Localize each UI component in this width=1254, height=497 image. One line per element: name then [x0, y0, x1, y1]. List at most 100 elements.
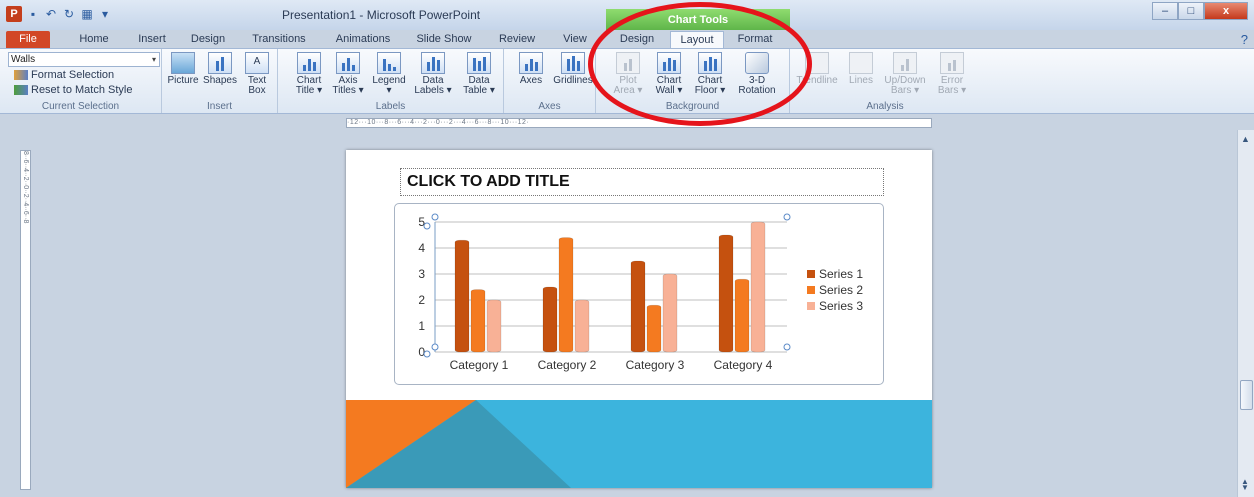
axes-icon — [519, 52, 543, 74]
vertical-scrollbar[interactable]: ▲ ▲ ▼ — [1237, 130, 1254, 497]
red-highlight-ellipse — [588, 2, 812, 126]
y-tick-label: 1 — [418, 319, 425, 333]
selection-handle — [423, 222, 431, 230]
data-table-button[interactable]: Data Table ▾ — [458, 52, 500, 96]
up-down-bars-icon — [893, 52, 917, 74]
redo-icon[interactable]: ↻ — [62, 7, 76, 21]
chart-title-icon — [297, 52, 321, 74]
tab-design[interactable]: Design — [186, 31, 230, 48]
group-label: Labels — [375, 101, 406, 112]
chart-bar — [662, 273, 678, 353]
column-chart[interactable]: 012345Category 1 Category 2 Category 3 Cate… — [395, 204, 885, 386]
text-box-label-2: Box — [248, 85, 266, 96]
legend-entry: Series 3 — [819, 299, 863, 313]
vertical-ruler[interactable]: 8··6··4··2··0··2··4··6··8 — [20, 150, 31, 490]
tab-transitions[interactable]: Transitions — [248, 31, 310, 48]
tab-insert[interactable]: Insert — [132, 31, 172, 48]
legend-button[interactable]: Legend ▾ — [370, 52, 408, 96]
legend-entry: Series 2 — [819, 283, 863, 297]
chart-bar — [646, 304, 662, 353]
horizontal-ruler[interactable]: ·12···10···8···6···4···2···0···2···4···6… — [346, 118, 932, 128]
format-selection-label: Format Selection — [31, 69, 115, 81]
legend-sub: ▾ — [386, 85, 392, 96]
shapes-button[interactable]: Shapes — [202, 52, 238, 86]
y-tick-label: 2 — [418, 293, 425, 307]
slide-footer-band — [346, 400, 932, 488]
axis-titles-sub: Titles ▾ — [332, 85, 364, 96]
tab-animations[interactable]: Animations — [330, 31, 396, 48]
quick-access-toolbar: P ▪ ↶ ↻ ▦ ▾ — [6, 6, 112, 22]
tab-file[interactable]: File — [6, 31, 50, 48]
selection-handle — [423, 350, 431, 358]
data-labels-icon — [421, 52, 445, 74]
scroll-thumb[interactable] — [1240, 380, 1253, 410]
group-axes: Axes Gridlines Axes — [504, 49, 596, 113]
close-button[interactable]: x — [1204, 2, 1248, 20]
undo-icon[interactable]: ↶ — [44, 7, 58, 21]
data-labels-button[interactable]: Data Labels ▾ — [412, 52, 454, 96]
tab-home[interactable]: Home — [74, 31, 114, 48]
data-labels-sub: Labels ▾ — [414, 85, 452, 96]
title-placeholder[interactable]: CLICK TO ADD TITLE — [400, 168, 884, 196]
legend-swatch — [807, 270, 815, 278]
chart-bar — [630, 260, 646, 353]
format-brush-icon — [14, 70, 28, 81]
minimize-button[interactable]: – — [1152, 2, 1178, 20]
tab-review[interactable]: Review — [495, 31, 539, 48]
picture-icon — [171, 52, 195, 74]
chart-bar — [750, 221, 766, 353]
page-nav-icon[interactable]: ▲ ▼ — [1241, 478, 1249, 492]
axes-label: Axes — [519, 75, 543, 86]
chart-elements-value: Walls — [11, 54, 36, 65]
scroll-up-icon[interactable]: ▲ — [1241, 134, 1250, 144]
legend-icon — [377, 52, 401, 74]
save-icon[interactable]: ▪ — [26, 7, 40, 21]
lines-label: Lines — [849, 75, 873, 86]
picture-label: Picture — [167, 75, 199, 86]
slides-icon[interactable]: ▦ — [80, 7, 94, 21]
footer-graphic — [346, 400, 571, 488]
group-analysis: Trendline Lines Up/Down Bars ▾ Error Bars … — [790, 49, 980, 113]
format-selection-button[interactable]: Format Selection — [14, 69, 114, 81]
axes-button[interactable]: Axes — [514, 52, 548, 86]
selection-handle — [431, 343, 439, 351]
slide-canvas[interactable]: CLICK TO ADD TITLE 0 1 2 3 4 5 Category 1 Categ… — [346, 150, 932, 488]
group-label: Insert — [206, 101, 232, 112]
tab-slide-show[interactable]: Slide Show — [412, 31, 476, 48]
reset-style-icon — [14, 85, 28, 96]
axis-titles-button[interactable]: Axis Titles ▾ — [332, 52, 364, 96]
picture-button[interactable]: Picture — [166, 52, 200, 86]
selection-handle — [783, 213, 791, 221]
legend-swatch — [807, 286, 815, 294]
powerpoint-logo-icon[interactable]: P — [6, 6, 22, 22]
error-sub: Bars ▾ — [937, 85, 967, 96]
reset-label: Reset to Match Style — [31, 84, 133, 96]
chart-bar — [718, 234, 734, 353]
customize-qat-icon[interactable]: ▾ — [98, 7, 112, 21]
y-tick-label: 4 — [418, 241, 425, 255]
group-labels: Chart Title ▾ Axis Titles ▾ Legend ▾ Data La… — [278, 49, 504, 113]
chart-elements-dropdown[interactable]: Walls ▾ — [8, 52, 160, 67]
x-tick-label: Category 4 — [714, 358, 773, 372]
error-bars-button[interactable]: Error Bars ▾ — [932, 52, 972, 96]
gridlines-icon — [561, 52, 585, 74]
lines-icon — [849, 52, 873, 74]
chart-bar — [574, 299, 590, 353]
selection-handle — [431, 213, 439, 221]
tab-view[interactable]: View — [558, 31, 592, 48]
up-down-bars-button[interactable]: Up/Down Bars ▾ — [882, 52, 928, 96]
chart-bar — [542, 286, 558, 353]
data-table-icon — [467, 52, 491, 74]
maximize-button[interactable]: □ — [1178, 2, 1204, 20]
group-label: Current Selection — [41, 101, 120, 112]
text-box-icon: A — [245, 52, 269, 74]
group-label: Axes — [538, 101, 561, 112]
chevron-down-icon: ▾ — [151, 55, 156, 64]
chart-frame[interactable]: 0 1 2 3 4 5 Category 1 Category 2 Category 3 Cate… — [394, 203, 884, 385]
help-icon[interactable]: ? — [1241, 32, 1248, 47]
reset-to-match-style-button[interactable]: Reset to Match Style — [14, 84, 133, 96]
lines-button[interactable]: Lines — [844, 52, 878, 86]
shapes-label: Shapes — [203, 75, 237, 86]
chart-title-button[interactable]: Chart Title ▾ — [292, 52, 326, 96]
text-box-button[interactable]: A Text Box — [242, 52, 272, 96]
